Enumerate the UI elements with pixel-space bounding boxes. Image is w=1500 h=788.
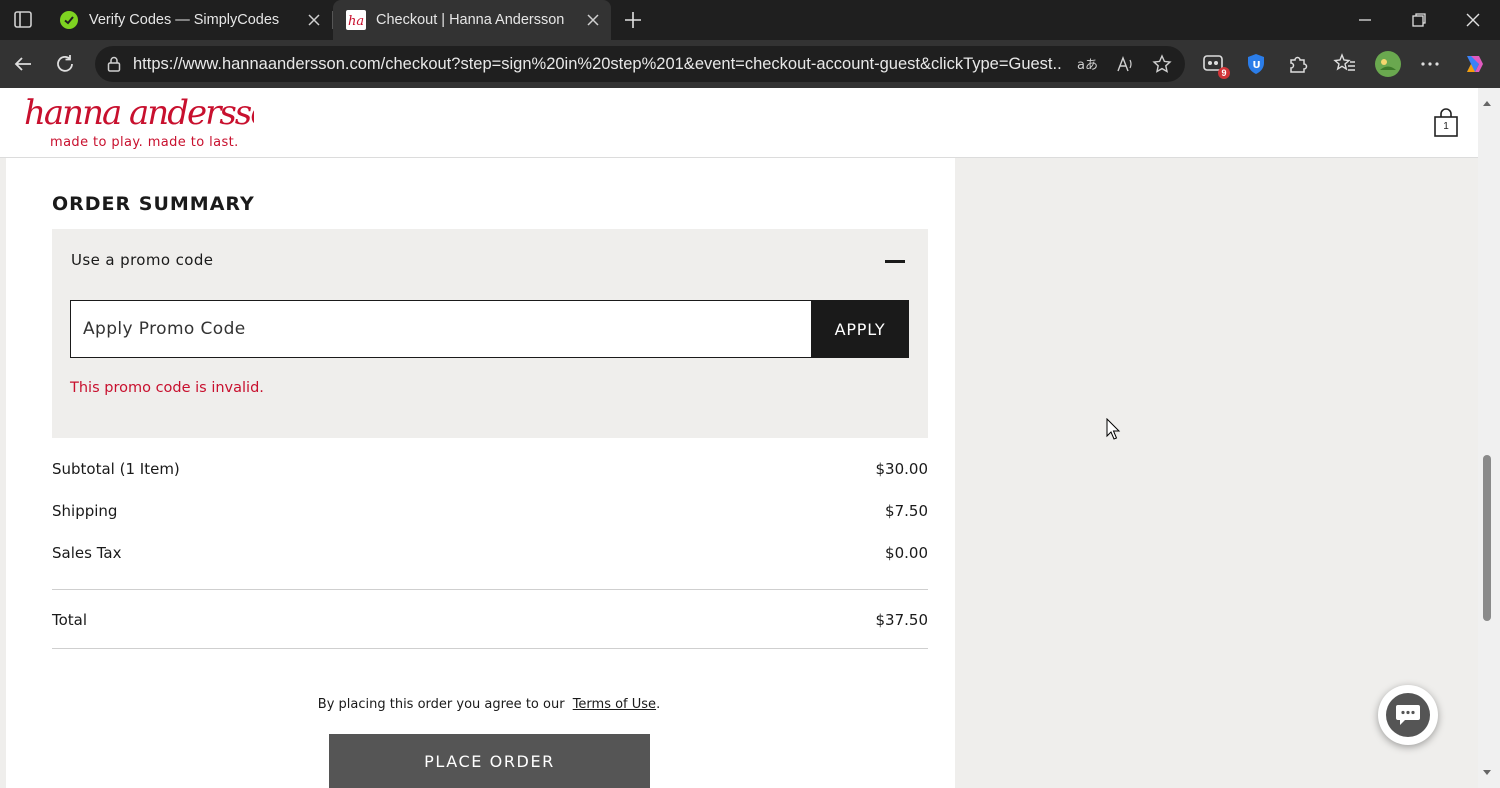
read-aloud-icon[interactable]: [1115, 54, 1135, 74]
apply-promo-button[interactable]: APPLY: [811, 300, 909, 358]
chat-button[interactable]: [1378, 685, 1438, 745]
address-bar[interactable]: https://www.hannaandersson.com/checkout?…: [95, 46, 1185, 82]
scroll-down-arrow-icon[interactable]: [1482, 764, 1492, 775]
order-summary-panel: ORDER SUMMARY Use a promo code APPLY Thi…: [6, 158, 955, 788]
promo-code-input[interactable]: [70, 300, 812, 358]
promo-code-toggle-label[interactable]: Use a promo code: [71, 251, 213, 269]
chat-bubble-icon: [1386, 693, 1430, 737]
order-summary-title: ORDER SUMMARY: [52, 193, 255, 215]
page-viewport: hanna andersson made to play. made to la…: [0, 88, 1478, 788]
favorite-star-icon[interactable]: [1152, 54, 1172, 74]
tab-title: Verify Codes — SimplyCodes: [89, 12, 280, 28]
promo-code-section: Use a promo code APPLY This promo code i…: [52, 229, 928, 438]
profile-avatar[interactable]: [1374, 50, 1402, 78]
extensions-puzzle-icon[interactable]: [1286, 52, 1310, 76]
copilot-icon[interactable]: [1461, 52, 1485, 76]
shopping-bag-icon[interactable]: 1: [1433, 108, 1459, 138]
divider: [52, 589, 928, 590]
terms-prefix: By placing this order you agree to our: [317, 697, 565, 712]
favorites-icon[interactable]: [1333, 52, 1357, 76]
cart-count: 1: [1443, 121, 1449, 132]
subtotal-value: $30.00: [875, 460, 929, 478]
back-arrow-icon[interactable]: [11, 52, 35, 76]
terms-notice: By placing this order you agree to our T…: [6, 697, 972, 712]
tagline: made to play. made to last.: [50, 135, 239, 150]
terms-of-use-link[interactable]: Terms of Use: [573, 697, 656, 712]
tab-checkout[interactable]: ha Checkout | Hanna Andersson: [333, 0, 611, 40]
terms-suffix: .: [656, 697, 661, 712]
extension-coupon-icon[interactable]: 9: [1202, 52, 1230, 79]
page-scrollbar[interactable]: [1478, 88, 1500, 788]
sales-tax-label: Sales Tax: [52, 544, 122, 562]
svg-text:U: U: [1253, 60, 1261, 71]
hanna-andersson-favicon-icon: ha: [346, 10, 366, 30]
translate-icon[interactable]: aあ: [1077, 54, 1098, 74]
new-tab-icon[interactable]: [621, 8, 645, 32]
svg-text:aあ: aあ: [1077, 58, 1097, 73]
close-window-icon[interactable]: [1461, 8, 1485, 32]
shipping-value: $7.50: [885, 502, 928, 520]
lock-icon[interactable]: [105, 55, 123, 73]
minimize-icon[interactable]: [1353, 8, 1377, 32]
site-header: hanna andersson made to play. made to la…: [0, 88, 1478, 158]
total-label: Total: [52, 611, 88, 629]
more-menu-icon[interactable]: [1418, 52, 1442, 76]
reload-icon[interactable]: [53, 52, 77, 76]
total-value: $37.50: [875, 611, 929, 629]
collapse-minus-icon[interactable]: [885, 260, 905, 263]
tab-simplycodes[interactable]: Verify Codes — SimplyCodes: [46, 0, 332, 40]
hanna-andersson-logo[interactable]: hanna andersson: [24, 93, 291, 134]
extension-badge: 9: [1218, 67, 1230, 79]
close-tab-icon[interactable]: [585, 12, 601, 28]
scrollbar-thumb[interactable]: [1483, 455, 1491, 621]
scroll-up-arrow-icon[interactable]: [1482, 96, 1492, 106]
url-text[interactable]: https://www.hannaandersson.com/checkout?…: [133, 55, 1063, 74]
shield-extension-icon[interactable]: U: [1244, 52, 1268, 76]
divider: [52, 648, 928, 649]
restore-icon[interactable]: [1407, 8, 1431, 32]
svg-text:ha: ha: [348, 14, 364, 29]
shipping-label: Shipping: [52, 502, 118, 520]
place-order-button[interactable]: PLACE ORDER: [329, 734, 650, 788]
svg-text:hanna andersson: hanna andersson: [24, 94, 254, 133]
subtotal-label: Subtotal (1 Item): [52, 460, 180, 478]
close-tab-icon[interactable]: [306, 12, 322, 28]
browser-tab-bar: Verify Codes — SimplyCodes ha Checkout |…: [0, 0, 1500, 40]
browser-toolbar: https://www.hannaandersson.com/checkout?…: [0, 40, 1500, 88]
simplycodes-favicon-icon: [59, 10, 79, 30]
tab-actions-icon[interactable]: [10, 8, 36, 32]
mouse-cursor-icon: [1106, 417, 1122, 442]
promo-error-message: This promo code is invalid.: [70, 380, 264, 396]
tab-title: Checkout | Hanna Andersson: [376, 12, 565, 28]
sales-tax-value: $0.00: [885, 544, 928, 562]
